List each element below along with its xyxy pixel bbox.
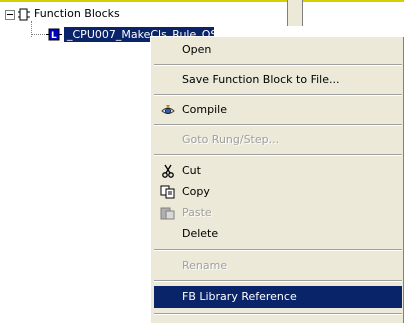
- paste-icon: [160, 207, 175, 220]
- ladder-fb-icon: L: [46, 28, 62, 41]
- menu-item-cut[interactable]: Cut: [154, 160, 402, 182]
- menu-separator: [154, 280, 402, 282]
- tree-connector-branch: [31, 34, 45, 35]
- compile-icon: [161, 105, 175, 114]
- menu-separator: [154, 124, 402, 126]
- tree-root-label[interactable]: Function Blocks: [34, 7, 120, 21]
- function-blocks-icon: [18, 8, 30, 21]
- menu-item-rename[interactable]: Rename: [154, 255, 402, 277]
- menu-item-paste[interactable]: Paste: [154, 202, 402, 224]
- menu-separator: [154, 64, 402, 66]
- menu-item-goto[interactable]: Goto Rung/Step...: [154, 129, 402, 151]
- top-accent-bar: [0, 0, 404, 2]
- menu-item-fb-library-reference[interactable]: FB Library Reference: [154, 286, 402, 308]
- splitter-bar[interactable]: [287, 0, 303, 26]
- menu-separator: [154, 313, 402, 315]
- context-menu: Open Save Function Block to File... Comp…: [150, 36, 404, 323]
- menu-item-delete[interactable]: Delete: [154, 223, 402, 245]
- menu-separator: [154, 249, 402, 251]
- menu-item-open[interactable]: Open: [154, 39, 402, 61]
- svg-text:L: L: [51, 31, 57, 41]
- scissors-icon: [162, 164, 174, 178]
- menu-separator: [154, 94, 402, 96]
- menu-item-compile[interactable]: Compile: [154, 99, 402, 121]
- copy-icon: [160, 185, 175, 199]
- menu-item-copy[interactable]: Copy: [154, 181, 402, 203]
- collapse-toggle[interactable]: [5, 10, 15, 20]
- menu-separator: [154, 154, 402, 156]
- menu-item-save-fb[interactable]: Save Function Block to File...: [154, 69, 402, 91]
